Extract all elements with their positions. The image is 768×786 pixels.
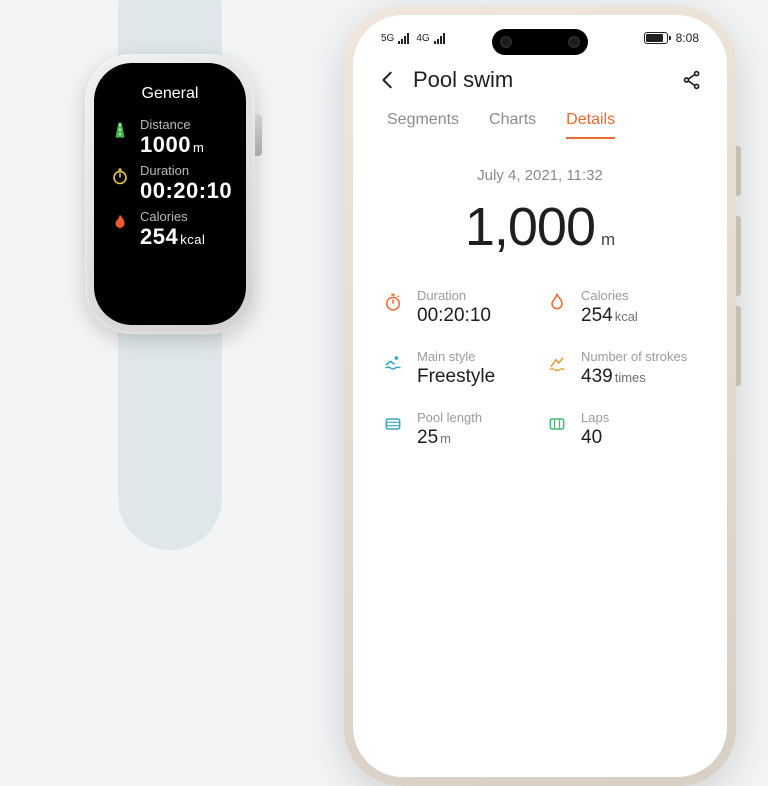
watch-screen-title: General xyxy=(110,85,230,103)
swimmer-icon xyxy=(381,349,405,373)
watch-case: General Distance 1000m Duration 00:20:10 xyxy=(85,54,255,334)
stat-label: Number of strokes xyxy=(581,349,687,366)
tab-charts[interactable]: Charts xyxy=(489,111,536,139)
clock: 8:08 xyxy=(676,31,699,45)
page-title: Pool swim xyxy=(413,67,513,93)
tab-details[interactable]: Details xyxy=(566,111,615,139)
stat-label: Duration xyxy=(417,288,491,305)
stat-pool-length: Pool length25m xyxy=(381,410,535,449)
watch-metric-duration: Duration 00:20:10 xyxy=(110,164,230,203)
stat-label: Calories xyxy=(581,288,638,305)
stat-main-style: Main styleFreestyle xyxy=(381,349,535,388)
stopwatch-icon xyxy=(381,288,405,312)
pool-icon xyxy=(381,410,405,434)
front-camera-icon xyxy=(568,36,580,48)
watch-metric-distance: Distance 1000m xyxy=(110,118,230,157)
front-camera-icon xyxy=(500,36,512,48)
metric-value: 1000m xyxy=(140,133,204,158)
tab-bar: Segments Charts Details xyxy=(353,101,727,139)
stat-value: 25m xyxy=(417,427,482,449)
watch-crown[interactable] xyxy=(255,114,262,156)
stat-label: Pool length xyxy=(417,410,482,427)
stat-laps: Laps40 xyxy=(545,410,699,449)
stat-calories: Calories254kcal xyxy=(545,288,699,327)
flame-icon xyxy=(545,288,569,312)
share-button[interactable] xyxy=(681,69,703,91)
phone-volume-down[interactable] xyxy=(736,306,741,386)
stat-value: 254kcal xyxy=(581,305,638,327)
network-label: 4G xyxy=(416,33,429,44)
hero-unit: m xyxy=(601,230,615,249)
flame-icon xyxy=(110,210,130,231)
phone-volume-up[interactable] xyxy=(736,216,741,296)
metric-label: Distance xyxy=(140,118,204,133)
stats-grid: Duration00:20:10 Calories254kcal Main st… xyxy=(353,258,727,449)
smartphone: 5G 4G 8:08 Pool swim Segments xyxy=(344,6,736,786)
stat-duration: Duration00:20:10 xyxy=(381,288,535,327)
battery-icon xyxy=(644,32,668,44)
phone-side-button[interactable] xyxy=(736,146,741,196)
hero-metric: 1,000 m xyxy=(353,196,727,258)
stat-value: Freestyle xyxy=(417,366,495,388)
stat-label: Main style xyxy=(417,349,495,366)
back-button[interactable] xyxy=(377,69,399,91)
stat-value: 00:20:10 xyxy=(417,305,491,327)
stopwatch-icon xyxy=(110,164,130,185)
watch-screen[interactable]: General Distance 1000m Duration 00:20:10 xyxy=(94,63,246,325)
stat-value: 40 xyxy=(581,427,609,449)
stat-value: 439times xyxy=(581,366,687,388)
signal-icon xyxy=(398,33,412,44)
laps-icon xyxy=(545,410,569,434)
tab-segments[interactable]: Segments xyxy=(387,111,459,139)
watch-metric-calories: Calories 254kcal xyxy=(110,210,230,249)
workout-datetime: July 4, 2021, 11:32 xyxy=(353,167,727,184)
strokes-icon xyxy=(545,349,569,373)
camera-cutout xyxy=(492,29,588,55)
network-label: 5G xyxy=(381,33,394,44)
road-icon xyxy=(110,118,130,139)
signal-icon xyxy=(434,33,448,44)
metric-value: 00:20:10 xyxy=(140,179,232,204)
smartwatch: General Distance 1000m Duration 00:20:10 xyxy=(70,30,270,334)
phone-screen: 5G 4G 8:08 Pool swim Segments xyxy=(353,15,727,777)
hero-value: 1,000 xyxy=(465,197,595,257)
metric-label: Duration xyxy=(140,164,232,179)
metric-label: Calories xyxy=(140,210,205,225)
stat-label: Laps xyxy=(581,410,609,427)
stat-strokes: Number of strokes439times xyxy=(545,349,699,388)
metric-value: 254kcal xyxy=(140,225,205,250)
